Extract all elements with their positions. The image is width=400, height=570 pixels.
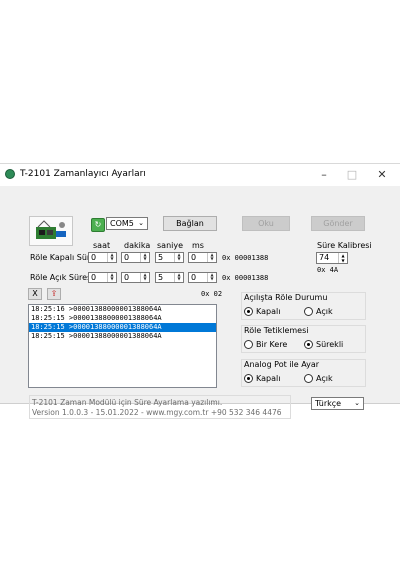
relay-off-seconds-input[interactable]: 5 ▲ ▼ xyxy=(155,252,184,263)
info-version: Version 1.0.0.3 - 15.01.2022 - www.mgy.c… xyxy=(32,408,282,417)
refresh-icon: ↻ xyxy=(94,220,102,229)
close-button[interactable]: ✕ xyxy=(367,164,397,186)
log-line[interactable]: 18:25:15 >00001388000001388064A xyxy=(29,314,216,323)
column-header-ms: ms xyxy=(192,241,204,250)
startup-on-label[interactable]: Açık xyxy=(316,307,333,316)
send-button[interactable]: Gönder xyxy=(311,216,365,231)
refresh-ports-button[interactable]: ↻ xyxy=(91,218,105,232)
startup-off-label[interactable]: Kapalı xyxy=(256,307,280,316)
read-button[interactable]: Oku xyxy=(242,216,290,231)
startup-state-title: Açılışta Röle Durumu xyxy=(244,293,328,302)
title-bar[interactable]: T-2101 Zamanlayıcı Ayarları – □ ✕ xyxy=(0,164,400,186)
analog-off-radio[interactable] xyxy=(244,374,253,383)
spin-arrows-icon: ▲ ▼ xyxy=(338,253,347,263)
spin-arrows-icon: ▲ ▼ xyxy=(140,253,149,262)
relay-on-ms-input[interactable]: 0 ▲ ▼ xyxy=(188,272,217,283)
relay-on-hex-value: 0x 00001388 xyxy=(222,274,269,282)
spin-arrows-icon: ▲ ▼ xyxy=(174,253,183,262)
analog-off-label[interactable]: Kapalı xyxy=(256,374,280,383)
chevron-down-icon: ⌄ xyxy=(138,219,144,227)
window-title: T-2101 Zamanlayıcı Ayarları xyxy=(20,169,146,179)
chevron-down-icon: ⌄ xyxy=(354,399,360,407)
trigger-title: Röle Tetiklemesi xyxy=(244,326,309,335)
upload-icon: ⇪ xyxy=(50,289,58,298)
calibration-input[interactable]: 74 ▲ ▼ xyxy=(316,252,348,264)
spin-arrows-icon: ▲ ▼ xyxy=(107,253,116,262)
language-select[interactable]: Türkçe ⌄ xyxy=(311,397,364,410)
relay-on-seconds-input[interactable]: 5 ▲ ▼ xyxy=(155,272,184,283)
relay-off-minutes-input[interactable]: 0 ▲ ▼ xyxy=(121,252,150,263)
startup-on-radio[interactable] xyxy=(304,307,313,316)
log-line[interactable]: 18:25:16 >00001388000001388064A xyxy=(29,305,216,314)
trigger-once-radio[interactable] xyxy=(244,340,253,349)
log-line-selected[interactable]: 18:25:15 >00001388000001388064A xyxy=(29,323,216,332)
connect-button[interactable]: Bağlan xyxy=(163,216,217,231)
minimize-button[interactable]: – xyxy=(309,164,339,186)
product-logo xyxy=(29,216,73,246)
calibration-hex-value: 0x 4A xyxy=(317,266,339,274)
column-header-dakika: dakika xyxy=(124,241,151,250)
trigger-continuous-radio[interactable] xyxy=(304,340,313,349)
info-box: T-2101 Zaman Modülü için Süre Ayarlama y… xyxy=(29,395,291,419)
relay-off-hex-value: 0x 00001388 xyxy=(222,254,269,262)
relay-on-minutes-input[interactable]: 0 ▲ ▼ xyxy=(121,272,150,283)
log-list[interactable]: 18:25:16 >00001388000001388064A 18:25:15… xyxy=(28,304,217,388)
trigger-once-label[interactable]: Bir Kere xyxy=(256,340,287,349)
trigger-continuous-label[interactable]: Sürekli xyxy=(316,340,343,349)
spin-arrows-icon: ▲ ▼ xyxy=(107,273,116,282)
log-hex-value: 0x 02 xyxy=(201,290,223,298)
relay-off-hours-input[interactable]: 0 ▲ ▼ xyxy=(88,252,117,263)
info-description: T-2101 Zaman Modülü için Süre Ayarlama y… xyxy=(32,398,223,407)
com-port-select[interactable]: COM5 ⌄ xyxy=(106,217,148,230)
clear-log-button[interactable]: X xyxy=(28,288,42,300)
app-icon xyxy=(5,169,15,179)
relay-on-hours-input[interactable]: 0 ▲ ▼ xyxy=(88,272,117,283)
column-header-saat: saat xyxy=(93,241,111,250)
spin-arrows-icon: ▲ ▼ xyxy=(207,253,216,262)
spin-arrows-icon: ▲ ▼ xyxy=(174,273,183,282)
analog-on-label[interactable]: Açık xyxy=(316,374,333,383)
upload-log-button[interactable]: ⇪ xyxy=(47,288,61,300)
column-header-saniye: saniye xyxy=(157,241,184,250)
spin-arrows-icon: ▲ ▼ xyxy=(140,273,149,282)
calibration-label: Süre Kalibresi xyxy=(317,241,372,250)
spin-arrows-icon: ▲ ▼ xyxy=(207,273,216,282)
device-image-icon xyxy=(36,220,66,239)
log-line[interactable]: 18:25:15 >00001388000001388064A xyxy=(29,332,216,341)
analog-pot-title: Analog Pot ile Ayar xyxy=(244,360,320,369)
maximize-button[interactable]: □ xyxy=(337,164,367,186)
startup-off-radio[interactable] xyxy=(244,307,253,316)
app-window: T-2101 Zamanlayıcı Ayarları – □ ✕ ↻ COM5… xyxy=(0,163,400,419)
client-area: ↻ COM5 ⌄ Bağlan Oku Gönder saat dakika s… xyxy=(0,186,400,419)
analog-on-radio[interactable] xyxy=(304,374,313,383)
relay-off-ms-input[interactable]: 0 ▲ ▼ xyxy=(188,252,217,263)
